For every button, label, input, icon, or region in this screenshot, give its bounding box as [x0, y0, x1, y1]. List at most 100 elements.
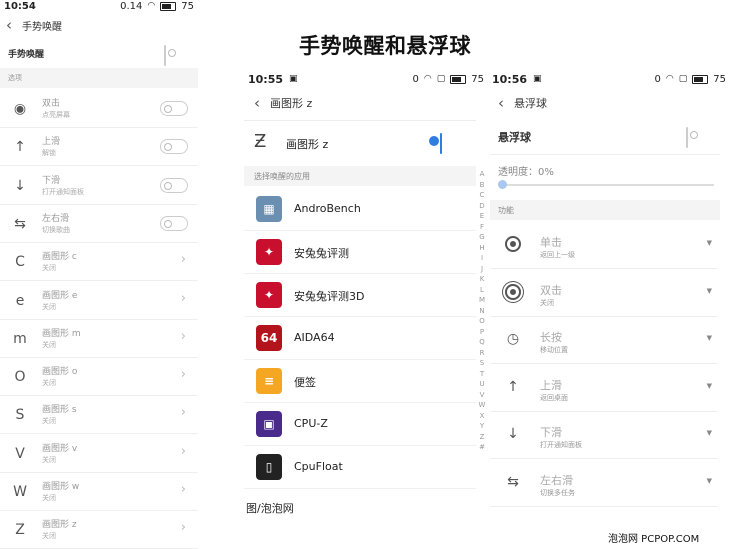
- gesture-row[interactable]: m 画图形 m 关闭 ›: [0, 319, 198, 358]
- dropdown-arrow-icon[interactable]: ▼: [707, 239, 712, 247]
- action-title: 单击: [540, 236, 562, 249]
- app-item[interactable]: 64 AIDA64: [244, 316, 476, 360]
- alphabet-letter[interactable]: X: [476, 411, 488, 422]
- float-ball-action-row[interactable]: ↓ 下滑 打开通知面板 ▼: [490, 411, 718, 459]
- back-button[interactable]: ‹: [6, 16, 12, 34]
- gesture-toggle[interactable]: [160, 177, 188, 193]
- dropdown-arrow-icon[interactable]: ▼: [707, 477, 712, 485]
- alphabet-letter[interactable]: R: [476, 348, 488, 359]
- float-ball-action-row[interactable]: 双击 关闭 ▼: [490, 269, 718, 317]
- dropdown-arrow-icon[interactable]: ▼: [707, 429, 712, 437]
- notes-icon: ≡: [256, 368, 282, 394]
- back-button[interactable]: ‹: [498, 94, 504, 112]
- alphabet-letter[interactable]: H: [476, 243, 488, 254]
- app-item[interactable]: ✦ 安兔兔评测3D: [244, 273, 476, 317]
- signal-text: 0.14: [120, 0, 143, 12]
- swipe-up-icon: ↑: [14, 139, 26, 156]
- alphabet-letter[interactable]: N: [476, 306, 488, 317]
- alphabet-letter[interactable]: E: [476, 211, 488, 222]
- gesture-subtitle: 关闭: [42, 532, 56, 541]
- alphabet-letter[interactable]: K: [476, 274, 488, 285]
- app-item[interactable]: ▯ CpuFloat: [244, 445, 476, 489]
- alphabet-letter[interactable]: W: [476, 400, 488, 411]
- alphabet-index[interactable]: A B C D E F G H I J K L M N O P Q R S T U V W X Y Z #: [476, 169, 488, 453]
- app-item[interactable]: ✦ 安兔兔评测: [244, 230, 476, 274]
- float-ball-row[interactable]: 悬浮球: [490, 120, 720, 155]
- gesture-toggle[interactable]: [160, 139, 188, 155]
- gesture-toggle[interactable]: [160, 215, 188, 231]
- gesture-toggle[interactable]: [160, 101, 188, 116]
- alphabet-letter[interactable]: Z: [476, 432, 488, 443]
- alphabet-letter[interactable]: O: [476, 316, 488, 327]
- dropdown-arrow-icon[interactable]: ▼: [707, 334, 712, 342]
- gesture-row[interactable]: S 画图形 s 关闭 ›: [0, 395, 198, 435]
- gesture-z-toggle[interactable]: [440, 133, 442, 154]
- main-toggle-row[interactable]: 手势唤醒: [0, 40, 198, 68]
- opacity-slider[interactable]: [498, 180, 714, 189]
- dropdown-arrow-icon[interactable]: ▼: [707, 382, 712, 390]
- alphabet-letter[interactable]: V: [476, 390, 488, 401]
- app-item[interactable]: ▦ AndroBench: [244, 187, 476, 231]
- section-header: 选项: [0, 68, 198, 88]
- gesture-z-icon: Ƶ: [254, 131, 267, 152]
- float-ball-label: 悬浮球: [498, 131, 531, 144]
- status-bar: 10:56 ▣ 0 ◠ ▢ 75: [492, 68, 726, 90]
- chevron-right-icon: ›: [180, 482, 186, 497]
- alphabet-letter[interactable]: I: [476, 253, 488, 264]
- gesture-row[interactable]: ↑ 上滑 解锁: [0, 127, 198, 167]
- gesture-row[interactable]: ↓ 下滑 打开通知面板: [0, 166, 198, 205]
- gesture-title: 画图形 m: [42, 328, 81, 339]
- gesture-row[interactable]: O 画图形 o 关闭 ›: [0, 357, 198, 397]
- alphabet-letter[interactable]: Y: [476, 421, 488, 432]
- gesture-row[interactable]: W 画图形 w 关闭 ›: [0, 472, 198, 511]
- alphabet-letter[interactable]: A: [476, 169, 488, 180]
- app-name: CpuFloat: [294, 460, 343, 473]
- image-icon: ▣: [533, 74, 542, 84]
- opacity-label: 透明度：0%: [498, 167, 554, 178]
- alphabet-letter[interactable]: U: [476, 379, 488, 390]
- dropdown-arrow-icon[interactable]: ▼: [707, 287, 712, 295]
- float-ball-toggle[interactable]: [686, 127, 688, 148]
- gesture-row[interactable]: V 画图形 v 关闭 ›: [0, 434, 198, 473]
- battery-level: 75: [471, 73, 484, 85]
- alphabet-letter[interactable]: F: [476, 222, 488, 233]
- cpufloat-icon: ▯: [256, 454, 282, 480]
- alphabet-letter[interactable]: L: [476, 285, 488, 296]
- alphabet-letter[interactable]: Q: [476, 337, 488, 348]
- gesture-wake-toggle[interactable]: [164, 45, 166, 66]
- gesture-row[interactable]: Z 画图形 z 关闭 ›: [0, 510, 198, 549]
- gesture-subtitle: 关闭: [42, 494, 56, 502]
- action-title: 左右滑: [540, 473, 573, 487]
- alphabet-letter[interactable]: G: [476, 232, 488, 243]
- toggle-row[interactable]: Ƶ 画图形 z: [244, 120, 476, 165]
- float-ball-action-row[interactable]: ⇆ 左右滑 切换多任务 ▼: [490, 459, 718, 507]
- float-ball-action-row[interactable]: ↑ 上滑 返回桌面 ▼: [490, 364, 718, 412]
- alphabet-letter[interactable]: J: [476, 264, 488, 275]
- app-item[interactable]: ≡ 便签: [244, 359, 476, 403]
- sim-icon: ▢: [678, 74, 688, 84]
- alphabet-letter[interactable]: M: [476, 295, 488, 306]
- main-toggle-label: 手势唤醒: [8, 50, 45, 60]
- alphabet-letter[interactable]: P: [476, 327, 488, 338]
- app-item[interactable]: ▣ CPU-Z: [244, 402, 476, 446]
- float-ball-action-row[interactable]: ◷ 长按 移动位置 ▼: [490, 316, 718, 364]
- gesture-m-icon: m: [13, 330, 27, 347]
- alphabet-letter[interactable]: D: [476, 201, 488, 212]
- alphabet-letter[interactable]: B: [476, 180, 488, 191]
- signal-text: 0: [654, 73, 661, 85]
- gesture-row[interactable]: ⇆ 左右滑 切换歌曲: [0, 204, 198, 243]
- opacity-thumb[interactable]: [498, 180, 507, 189]
- alphabet-letter[interactable]: T: [476, 369, 488, 380]
- gesture-row[interactable]: e 画图形 e 关闭 ›: [0, 281, 198, 320]
- alphabet-letter[interactable]: #: [476, 442, 488, 453]
- app-name: AndroBench: [294, 202, 361, 215]
- alphabet-letter[interactable]: C: [476, 190, 488, 201]
- signal-text: 0: [412, 73, 419, 85]
- back-button[interactable]: ‹: [254, 94, 260, 112]
- chevron-right-icon: ›: [180, 367, 186, 383]
- toggle-label: 画图形 z: [286, 138, 329, 151]
- alphabet-letter[interactable]: S: [476, 358, 488, 369]
- gesture-row[interactable]: ◉ 双击 点亮屏幕: [0, 89, 198, 128]
- float-ball-action-row[interactable]: 单击 返回上一级 ▼: [490, 221, 718, 269]
- gesture-row[interactable]: C 画图形 c 关闭 ›: [0, 242, 198, 282]
